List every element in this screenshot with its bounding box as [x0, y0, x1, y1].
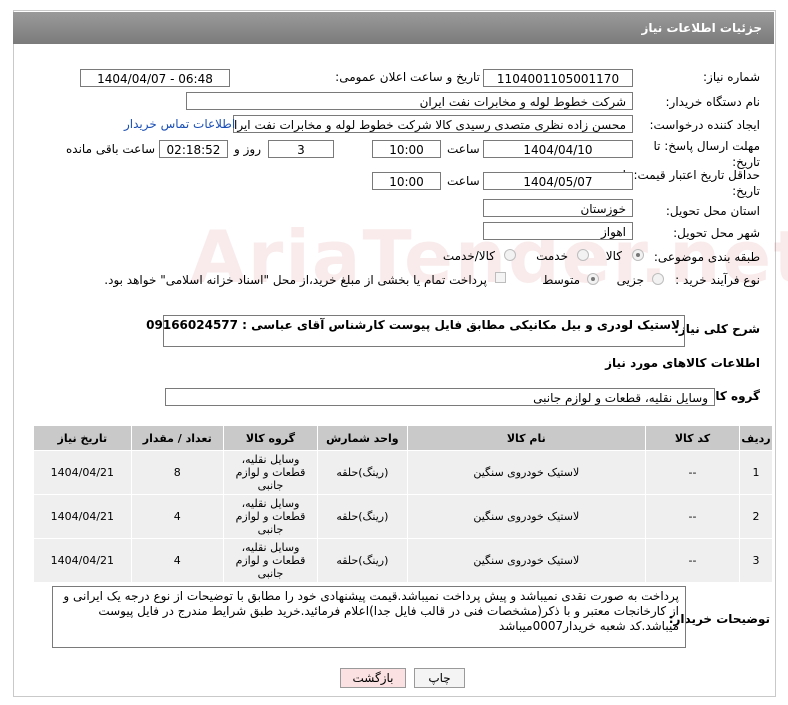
goods-info-title: اطلاعات کالاهای مورد نیاز — [605, 356, 760, 370]
buyer-org-field[interactable]: شرکت خطوط لوله و مخابرات نفت ایران — [186, 92, 633, 110]
buyer-contact-link[interactable]: اطلاعات تماس خریدار — [124, 117, 235, 131]
col-row: ردیف — [739, 425, 773, 451]
cell-row: 3 — [739, 538, 773, 583]
reply-date-field[interactable]: 1404/04/10 — [483, 140, 633, 158]
days-field[interactable]: 3 — [268, 140, 334, 158]
col-unit: واحد شمارش — [317, 425, 408, 451]
cell-group: وسایل نقلیه، قطعات و لوازم جانبی — [222, 450, 319, 495]
category-radio-goods[interactable] — [632, 249, 644, 261]
announce-field[interactable]: 1404/04/07 - 06:48 — [80, 69, 230, 87]
reply-time-label: ساعت — [447, 142, 480, 156]
process-option-medium: متوسط — [542, 273, 580, 287]
creator-field[interactable]: محسن زاده نظری متصدی رسیدی کالا شرکت خطو… — [233, 115, 633, 133]
cell-name: لاستیک خودروی سنگین — [406, 450, 646, 495]
cell-unit: (رینگ)حلقه — [317, 450, 408, 495]
category-radio-service[interactable] — [577, 249, 589, 261]
buyer-notes-text: پرداخت به صورت نقدی نمیباشد و پیش پرداخت… — [63, 589, 679, 633]
table-row: 1 -- لاستیک خودروی سنگین (رینگ)حلقه وسای… — [33, 450, 773, 495]
price-time-field[interactable]: 10:00 — [372, 172, 441, 190]
table-row: 2 -- لاستیک خودروی سنگین (رینگ)حلقه وسای… — [33, 494, 773, 539]
page-header: جزئیات اطلاعات نیاز — [13, 12, 774, 44]
table-header-row: ردیف کد کالا نام کالا واحد شمارش گروه کا… — [33, 425, 773, 451]
cell-name: لاستیک خودروی سنگین — [406, 538, 646, 583]
table-row: 3 -- لاستیک خودروی سنگین (رینگ)حلقه وسای… — [33, 538, 773, 583]
remaining-label: ساعت باقی مانده — [66, 142, 156, 156]
buyer-org-label: نام دستگاه خریدار: — [665, 95, 761, 109]
cell-group: وسایل نقلیه، قطعات و لوازم جانبی — [222, 494, 319, 539]
category-label: طبقه بندی موضوعی: — [653, 250, 760, 264]
process-label: نوع فرآیند خرید : — [675, 273, 760, 287]
category-radio-goods-service[interactable] — [504, 249, 516, 261]
cell-unit: (رینگ)حلقه — [317, 494, 408, 539]
remaining-time-field[interactable]: 02:18:52 — [159, 140, 228, 158]
items-table: ردیف کد کالا نام کالا واحد شمارش گروه کا… — [33, 425, 773, 583]
province-label: استان محل تحویل: — [665, 204, 760, 218]
price-date-field[interactable]: 1404/05/07 — [483, 172, 633, 190]
process-option-minor: جزیی — [616, 273, 644, 287]
need-number-field[interactable]: 1104001105001170 — [483, 69, 633, 87]
col-name: نام کالا — [406, 425, 646, 451]
reply-deadline-label: مهلت ارسال پاسخ: تا تاریخ: — [653, 139, 760, 169]
need-number-label: شماره نیاز: — [703, 70, 760, 84]
col-code: کد کالا — [644, 425, 741, 451]
cell-name: لاستیک خودروی سنگین — [406, 494, 646, 539]
goods-group-field[interactable]: وسایل نقلیه، قطعات و لوازم جانبی — [165, 388, 715, 406]
cell-code: -- — [644, 538, 741, 583]
cell-qty: 4 — [130, 494, 224, 539]
announce-label: تاریخ و ساعت اعلان عمومی: — [335, 70, 480, 84]
cell-qty: 8 — [130, 450, 224, 495]
description-text: لاستیک لودری و بیل مکانیکی مطابق فایل پی… — [146, 318, 680, 332]
cell-date: 1404/04/21 — [33, 494, 132, 539]
cell-date: 1404/04/21 — [33, 450, 132, 495]
category-option-service: خدمت — [536, 249, 568, 263]
description-field[interactable]: لاستیک لودری و بیل مکانیکی مطابق فایل پی… — [146, 315, 685, 347]
col-group: گروه کالا — [222, 425, 319, 451]
treasury-payment-checkbox[interactable] — [495, 272, 506, 283]
creator-label: ایجاد کننده درخواست: — [649, 118, 760, 132]
city-label: شهر محل تحویل: — [673, 226, 760, 240]
cell-code: -- — [644, 494, 741, 539]
category-option-goods-service: کالا/خدمت — [442, 249, 495, 263]
back-button[interactable]: بازگشت — [340, 668, 406, 688]
cell-group: وسایل نقلیه، قطعات و لوازم جانبی — [222, 538, 319, 583]
days-label: روز و — [234, 142, 261, 156]
reply-time-field[interactable]: 10:00 — [372, 140, 441, 158]
cell-row: 2 — [739, 494, 773, 539]
category-option-goods: کالا — [605, 249, 622, 263]
buyer-notes-field[interactable]: پرداخت به صورت نقدی نمیباشد و پیش پرداخت… — [52, 586, 686, 648]
cell-row: 1 — [739, 450, 773, 495]
cell-unit: (رینگ)حلقه — [317, 538, 408, 583]
col-qty: تعداد / مقدار — [130, 425, 224, 451]
description-label: شرح کلی نیاز: — [674, 322, 760, 336]
treasury-payment-note: پرداخت تمام یا بخشی از مبلغ خرید،از محل … — [104, 273, 487, 287]
process-radio-medium[interactable] — [587, 273, 599, 285]
cell-date: 1404/04/21 — [33, 538, 132, 583]
page-title: جزئیات اطلاعات نیاز — [641, 21, 762, 35]
col-date: تاریخ نیاز — [33, 425, 132, 451]
cell-code: -- — [644, 450, 741, 495]
print-button[interactable]: چاپ — [414, 668, 465, 688]
cell-qty: 4 — [130, 538, 224, 583]
city-field[interactable]: اهواز — [483, 222, 633, 240]
process-radio-minor[interactable] — [652, 273, 664, 285]
price-time-label: ساعت — [447, 174, 480, 188]
province-field[interactable]: خوزستان — [483, 199, 633, 217]
